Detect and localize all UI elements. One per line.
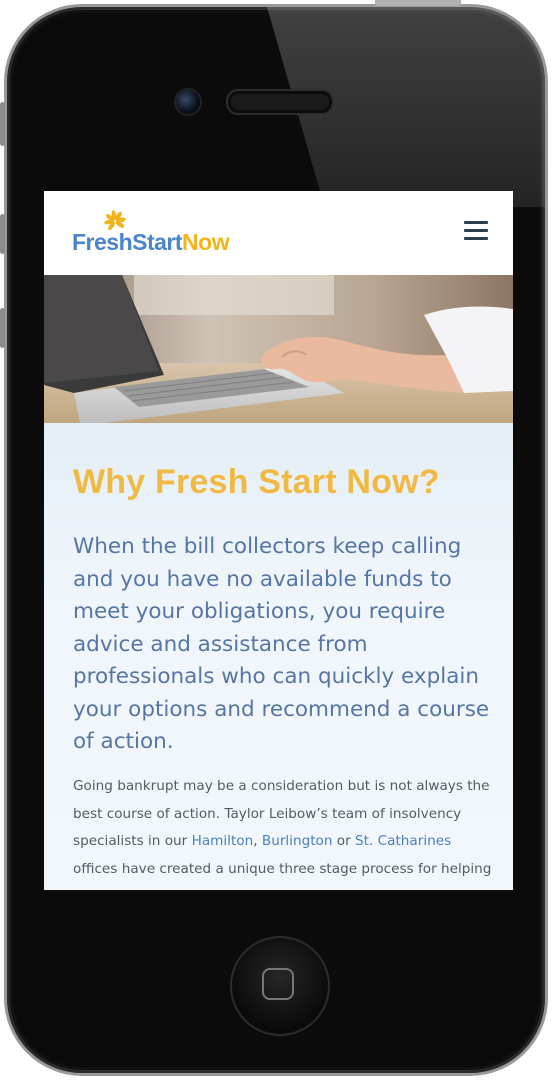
volume-down-button (0, 308, 5, 348)
logo[interactable]: FreshStartNow (72, 209, 272, 261)
home-button-square (262, 968, 294, 1000)
earpiece-speaker (226, 89, 334, 115)
laptop-typing-photo (44, 275, 513, 423)
navbar: FreshStartNow (44, 191, 513, 275)
home-button[interactable] (230, 936, 330, 1036)
front-camera (174, 88, 202, 116)
logo-fresh-start: FreshStart (72, 229, 183, 255)
hamburger-menu-icon[interactable] (464, 221, 488, 243)
link-st-catharines[interactable]: St. Catharines (355, 833, 451, 849)
logo-wordmark: FreshStartNow (72, 229, 230, 256)
body-paragraph: Going bankrupt may be a consideration bu… (73, 773, 493, 883)
lead-paragraph: When the bill collectors keep calling an… (73, 534, 490, 754)
body-separator-2: or (332, 833, 356, 849)
body-text-part2: offices have created a unique three stag… (73, 860, 492, 877)
mute-switch (0, 102, 5, 146)
link-burlington[interactable]: Burlington (262, 833, 333, 849)
page-title: Why Fresh Start Now? (73, 463, 440, 501)
body-separator-1: , (253, 833, 262, 849)
logo-now: Now (182, 229, 230, 255)
power-button (375, 0, 461, 6)
hero-image (44, 275, 513, 423)
main-content: Why Fresh Start Now? When the bill colle… (44, 423, 513, 890)
screen: FreshStartNow Why Fresh Start Now? When … (44, 191, 513, 890)
volume-up-button (0, 214, 5, 254)
link-hamilton[interactable]: Hamilton (192, 833, 254, 849)
